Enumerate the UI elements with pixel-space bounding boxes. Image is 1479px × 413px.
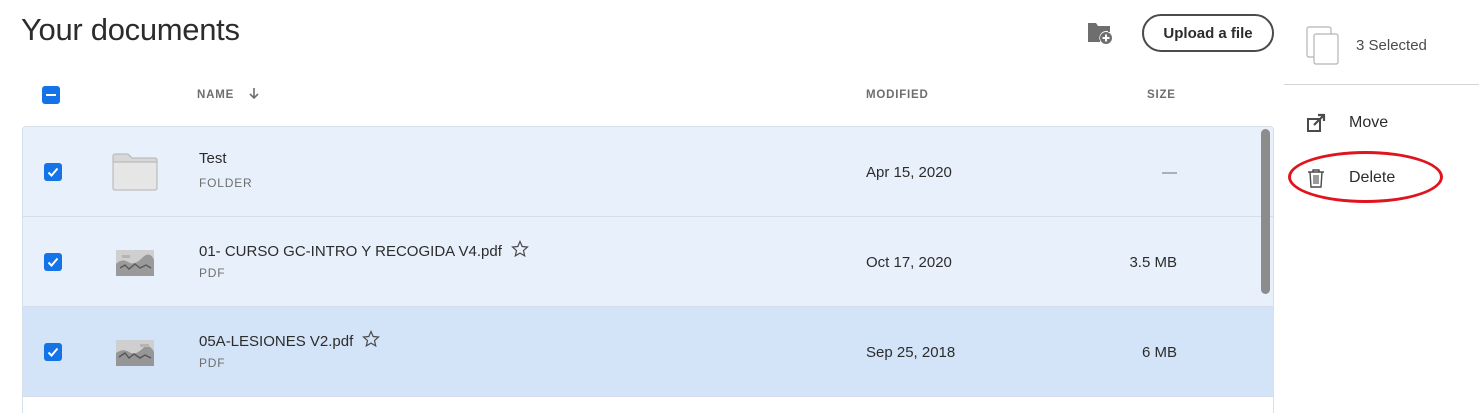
file-name[interactable]: 01- CURSO GC-INTRO Y RECOGIDA V4.pdf	[199, 243, 502, 260]
table-row[interactable]: Test FOLDER Apr 15, 2020 —	[23, 127, 1273, 217]
list-scrollbar[interactable]	[1261, 129, 1270, 294]
star-icon[interactable]	[510, 240, 529, 258]
panel-divider	[1284, 84, 1479, 85]
file-size: —	[1162, 164, 1177, 181]
move-icon	[1307, 113, 1326, 132]
row-checkbox[interactable]	[44, 253, 62, 271]
delete-button[interactable]: Delete	[1306, 164, 1456, 192]
document-list: Test FOLDER Apr 15, 2020 — 01- CURSO GC-…	[22, 126, 1274, 413]
file-name-wrapper: 05A-LESIONES V2.pdf	[199, 330, 381, 350]
selection-panel: 3 Selected Move Delete	[1284, 0, 1479, 413]
column-header-name[interactable]: NAME	[197, 89, 234, 101]
move-button[interactable]: Move	[1306, 109, 1456, 137]
row-checkbox[interactable]	[44, 163, 62, 181]
row-checkbox[interactable]	[44, 343, 62, 361]
modified-date: Oct 17, 2020	[866, 254, 952, 271]
pdf-thumbnail	[116, 340, 154, 366]
table-header: NAME MODIFIED SIZE	[22, 80, 1274, 110]
modified-date: Apr 15, 2020	[866, 164, 952, 181]
file-type: PDF	[199, 356, 226, 370]
file-name[interactable]: Test	[199, 150, 227, 167]
file-type: FOLDER	[199, 176, 253, 190]
file-size: 6 MB	[1141, 344, 1177, 361]
column-header-size[interactable]: SIZE	[1147, 89, 1176, 101]
sort-arrow-down-icon[interactable]	[248, 86, 260, 102]
file-name[interactable]: 05A-LESIONES V2.pdf	[199, 333, 353, 350]
select-all-checkbox[interactable]	[42, 86, 60, 104]
table-row[interactable]: 05A-LESIONES V2.pdf PDF Sep 25, 2018 6 M…	[23, 307, 1273, 397]
page-title: Your documents	[21, 12, 240, 47]
pdf-thumbnail	[116, 250, 154, 276]
table-row[interactable]: 01- CURSO GC-INTRO Y RECOGIDA V4.pdf PDF…	[23, 217, 1273, 307]
multiple-files-icon	[1306, 26, 1339, 65]
file-size: 3.5 MB	[1129, 254, 1177, 271]
star-icon[interactable]	[362, 330, 381, 348]
trash-icon	[1308, 169, 1324, 188]
move-label: Move	[1349, 114, 1389, 131]
file-type: PDF	[199, 266, 226, 280]
modified-date: Sep 25, 2018	[866, 344, 956, 361]
new-folder-icon[interactable]	[1086, 18, 1114, 46]
file-name-wrapper: 01- CURSO GC-INTRO Y RECOGIDA V4.pdf	[199, 240, 529, 260]
column-header-modified[interactable]: MODIFIED	[866, 89, 929, 101]
folder-icon	[112, 153, 158, 191]
documents-page: Your documents Upload a file NAME MODIFI…	[0, 0, 1479, 413]
selected-count: 3 Selected	[1356, 37, 1427, 54]
upload-file-button[interactable]: Upload a file	[1142, 14, 1274, 52]
delete-label: Delete	[1349, 169, 1396, 186]
